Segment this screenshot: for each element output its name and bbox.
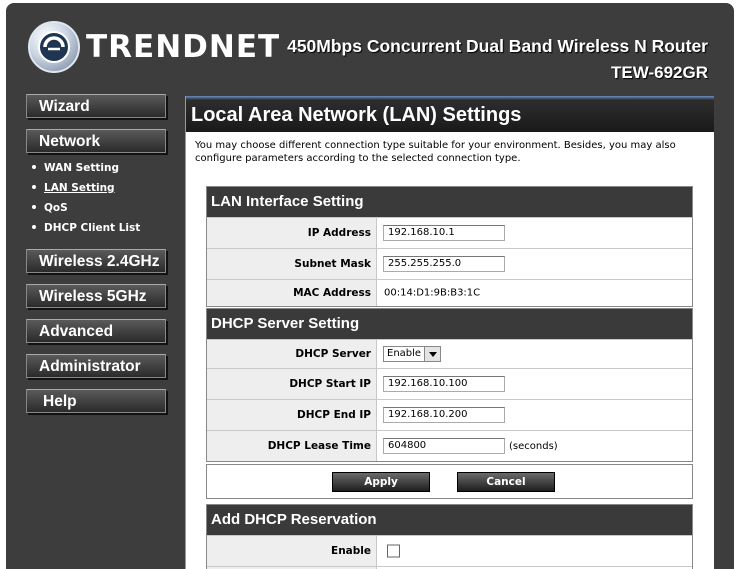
dhcp-end-ip-label: DHCP End IP bbox=[207, 400, 377, 430]
apply-button[interactable]: Apply bbox=[332, 472, 430, 492]
section-heading: Add DHCP Reservation bbox=[207, 505, 692, 535]
ip-address-label: IP Address bbox=[207, 218, 377, 248]
trendnet-logo-icon bbox=[28, 21, 80, 73]
brand-name: TRENDNET bbox=[86, 29, 281, 65]
reservation-enable-row: Enable bbox=[207, 535, 692, 566]
subnav-label: QoS bbox=[44, 202, 68, 214]
mac-address-row: MAC Address 00:14:D1:9B:B3:1C bbox=[207, 279, 692, 306]
subnet-mask-input[interactable]: 255.255.255.0 bbox=[383, 256, 505, 272]
cancel-button[interactable]: Cancel bbox=[457, 472, 555, 492]
reservation-enable-checkbox[interactable] bbox=[387, 544, 400, 558]
subnav-qos[interactable]: QoS bbox=[32, 202, 68, 214]
nav-network-button[interactable]: Network bbox=[26, 129, 166, 153]
section-heading: LAN Interface Setting bbox=[207, 187, 692, 217]
nav-advanced-button[interactable]: Advanced bbox=[26, 319, 166, 343]
ip-address-row: IP Address 192.168.10.1 bbox=[207, 217, 692, 248]
router-admin-frame: TRENDNET 450Mbps Concurrent Dual Band Wi… bbox=[6, 3, 734, 569]
dhcp-server-select[interactable]: Enable bbox=[383, 346, 441, 362]
model-title: TEW-692GR bbox=[611, 63, 708, 82]
page-title-bar: Local Area Network (LAN) Settings bbox=[186, 96, 714, 132]
ip-address-input[interactable]: 192.168.10.1 bbox=[383, 225, 505, 241]
page-intro-text: You may choose different connection type… bbox=[195, 140, 676, 164]
subnav-dhcp-client-list[interactable]: DHCP Client List bbox=[32, 222, 140, 234]
dhcp-start-ip-row: DHCP Start IP 192.168.10.100 bbox=[207, 368, 692, 399]
nav-wireless-5ghz-button[interactable]: Wireless 5GHz bbox=[26, 284, 166, 308]
mac-address-label: MAC Address bbox=[207, 280, 377, 306]
dhcp-lease-time-row: DHCP Lease Time 604800 (seconds) bbox=[207, 430, 692, 461]
subnet-mask-row: Subnet Mask 255.255.255.0 bbox=[207, 248, 692, 279]
nav-wireless-2-4ghz-button[interactable]: Wireless 2.4GHz bbox=[26, 249, 166, 273]
section-heading: DHCP Server Setting bbox=[207, 309, 692, 339]
dhcp-server-label: DHCP Server bbox=[207, 340, 377, 368]
bullet-icon bbox=[32, 165, 36, 169]
dhcp-start-ip-label: DHCP Start IP bbox=[207, 369, 377, 399]
dhcp-end-ip-row: DHCP End IP 192.168.10.200 bbox=[207, 399, 692, 430]
subnav-label: LAN Setting bbox=[44, 182, 115, 194]
dhcp-lease-time-label: DHCP Lease Time bbox=[207, 431, 377, 461]
dhcp-end-ip-input[interactable]: 192.168.10.200 bbox=[383, 407, 505, 423]
lease-time-unit: (seconds) bbox=[509, 440, 558, 452]
dhcp-server-section: DHCP Server Setting DHCP Server Enable D… bbox=[206, 308, 693, 462]
bullet-icon bbox=[32, 225, 36, 229]
form-button-bar: Apply Cancel bbox=[206, 464, 693, 499]
dhcp-reservation-section: Add DHCP Reservation Enable bbox=[206, 504, 693, 569]
page-title: Local Area Network (LAN) Settings bbox=[191, 104, 522, 126]
product-title: 450Mbps Concurrent Dual Band Wireless N … bbox=[287, 36, 708, 56]
bullet-icon bbox=[32, 205, 36, 209]
chevron-down-icon bbox=[424, 347, 440, 361]
main-content: Local Area Network (LAN) Settings You ma… bbox=[185, 96, 714, 569]
dhcp-server-row: DHCP Server Enable bbox=[207, 339, 692, 368]
dhcp-start-ip-input[interactable]: 192.168.10.100 bbox=[383, 376, 505, 392]
subnav-lan-setting[interactable]: LAN Setting bbox=[32, 182, 115, 194]
subnav-wan-setting[interactable]: WAN Setting bbox=[32, 162, 119, 174]
nav-wizard-button[interactable]: Wizard bbox=[26, 94, 166, 118]
bullet-icon bbox=[32, 185, 36, 189]
reservation-enable-label: Enable bbox=[207, 536, 377, 566]
nav-administrator-button[interactable]: Administrator bbox=[26, 354, 166, 378]
subnav-label: DHCP Client List bbox=[44, 222, 141, 234]
subnet-mask-label: Subnet Mask bbox=[207, 249, 377, 279]
subnav-label: WAN Setting bbox=[44, 162, 119, 174]
lan-interface-section: LAN Interface Setting IP Address 192.168… bbox=[206, 186, 693, 307]
mac-address-value: 00:14:D1:9B:B3:1C bbox=[384, 287, 481, 299]
nav-help-button[interactable]: Help bbox=[26, 389, 166, 413]
dhcp-lease-time-input[interactable]: 604800 bbox=[383, 438, 505, 454]
